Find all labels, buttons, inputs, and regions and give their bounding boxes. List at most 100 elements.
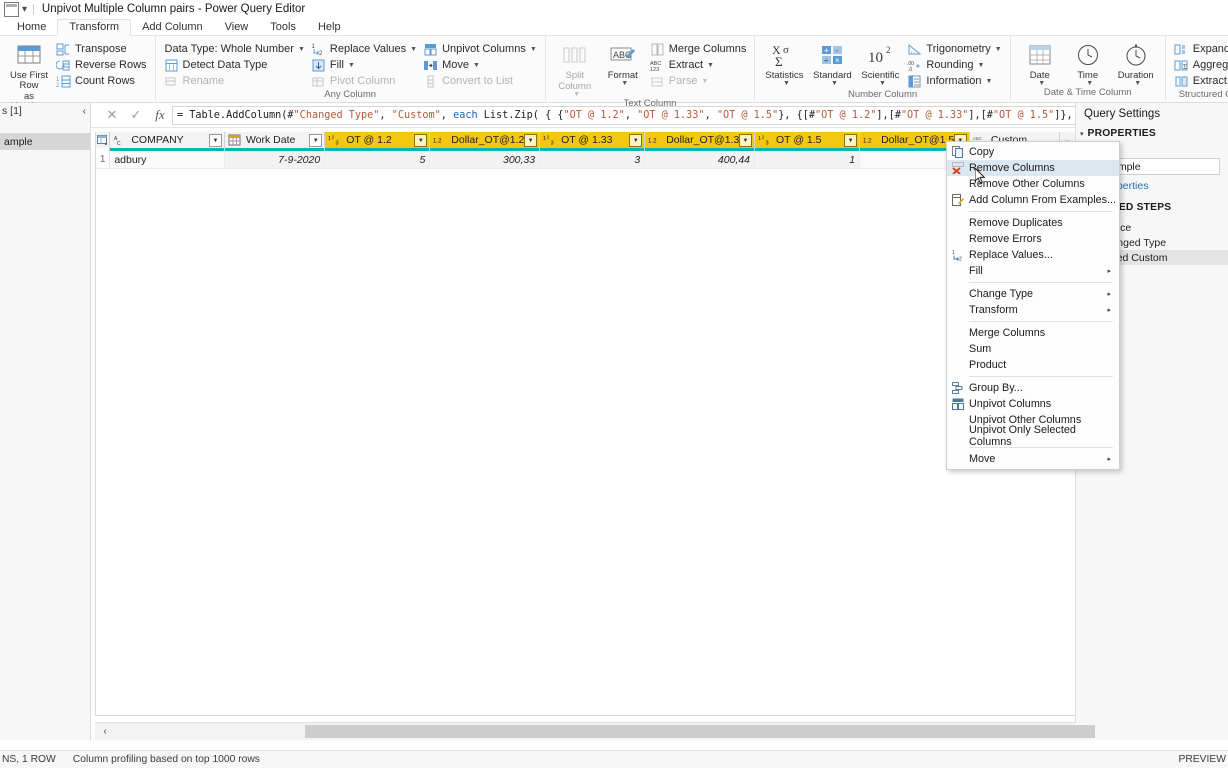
data-type-dropdown[interactable]: Data Type: Whole Number ▼ [161, 41, 308, 57]
date-button[interactable]: Date ▼ [1016, 38, 1064, 87]
standard-button[interactable]: + - ÷ × Standard ▼ [808, 38, 856, 87]
extract-values-button[interactable]: Extract Values [1171, 73, 1228, 89]
use-first-row-label-1: Use First Row [10, 70, 48, 91]
context-menu-item-copy[interactable]: Copy [947, 144, 1119, 160]
formula-bar: ✕ ✓ fx = Table.AddColumn(#"Changed Type"… [0, 103, 1228, 128]
trigonometry-button[interactable]: Trigonometry ▼ [904, 41, 1004, 57]
column-filter-dropdown-icon[interactable]: ▼ [739, 134, 753, 147]
ribbon: Use First Row as Headers Transpose [0, 36, 1228, 123]
select-all-columns-button[interactable] [96, 132, 111, 148]
column-header-1[interactable]: Work Date ▼ [224, 132, 326, 148]
context-menu-item-label: Move [969, 453, 996, 465]
format-button[interactable]: ABC Format ▼ [599, 38, 647, 87]
scientific-button[interactable]: 10 2 Scientific ▼ [856, 38, 904, 87]
context-menu-item-transform[interactable]: Transform ▸ [947, 302, 1119, 318]
column-header-5[interactable]: 1.2 Dollar_OT@1.33 ▼ [645, 132, 756, 148]
column-filter-dropdown-icon[interactable]: ▼ [524, 134, 538, 147]
tab-home[interactable]: Home [6, 20, 57, 35]
transpose-button[interactable]: Transpose [53, 41, 150, 57]
pivot-column-button[interactable]: Pivot Column [308, 73, 420, 89]
aggregate-button[interactable]: Σ Aggregate [1171, 57, 1228, 73]
context-menu-item-remove-other-columns[interactable]: Remove Other Columns [947, 176, 1119, 192]
table-cell[interactable]: 5 [325, 151, 431, 168]
tab-help[interactable]: Help [307, 20, 352, 35]
context-menu-item-sum[interactable]: Sum [947, 341, 1119, 357]
context-menu-item-move[interactable]: Move ▸ [947, 451, 1119, 467]
count-rows-button[interactable]: 1 2 Count Rows [53, 73, 150, 89]
statistics-button[interactable]: X σ Σ Statistics ▼ [760, 38, 808, 87]
properties-section-header[interactable]: ▾ PROPERTIES [1076, 126, 1228, 141]
column-header-2[interactable]: 1 2 3 OT @ 1.2 ▼ [325, 132, 431, 148]
move-button[interactable]: Move ▼ [420, 57, 540, 73]
scrollbar-track[interactable] [115, 725, 1095, 738]
context-menu-item-merge-columns[interactable]: Merge Columns [947, 325, 1119, 341]
reverse-rows-button[interactable]: Reverse Rows [53, 57, 150, 73]
context-menu-item-replace-values[interactable]: 1 2 Replace Values... [947, 247, 1119, 263]
column-header-6[interactable]: 1 2 3 OT @ 1.5 ▼ [755, 132, 861, 148]
extract-button[interactable]: ABC 123 Extract ▼ [647, 57, 750, 73]
transpose-label: Transpose [75, 43, 127, 55]
column-header-4[interactable]: 1 2 3 OT @ 1.33 ▼ [540, 132, 646, 148]
context-menu-item-remove-errors[interactable]: Remove Errors [947, 231, 1119, 247]
fill-button[interactable]: Fill ▼ [308, 57, 420, 73]
replace-values-button[interactable]: 1 2 Replace Values ▼ [308, 41, 420, 57]
table-cell[interactable]: 3 [540, 151, 646, 168]
context-menu-item-remove-columns[interactable]: Remove Columns [947, 160, 1119, 176]
convert-to-list-button[interactable]: Convert to List [420, 73, 540, 89]
context-menu-item-product[interactable]: Product [947, 357, 1119, 373]
svg-text:1.2: 1.2 [863, 138, 872, 145]
tab-view[interactable]: View [214, 20, 260, 35]
table-cell[interactable]: 7-9-2020 [224, 151, 326, 168]
merge-columns-button[interactable]: Merge Columns [647, 41, 750, 57]
information-button[interactable]: Information ▼ [904, 73, 1004, 89]
menu-icon-placeholder [947, 428, 969, 444]
split-column-button[interactable]: Split Column ▼ [551, 38, 599, 98]
column-filter-dropdown-icon[interactable]: ▼ [309, 134, 323, 147]
horizontal-scrollbar[interactable]: ‹ › [95, 722, 1095, 740]
collapse-queries-pane-icon[interactable]: ‹ [83, 106, 86, 117]
fill-icon [311, 58, 326, 73]
column-filter-dropdown-icon[interactable]: ▼ [629, 134, 643, 147]
detect-data-type-button[interactable]: Detect Data Type [161, 57, 308, 73]
query-list-item[interactable]: ample [0, 133, 90, 150]
scrollbar-thumb[interactable] [305, 725, 1095, 738]
context-menu-item-add-column-from-examples[interactable]: Add Column From Examples... [947, 192, 1119, 208]
unpivot-columns-button[interactable]: Unpivot Columns ▼ [420, 41, 540, 57]
tab-add-column[interactable]: Add Column [131, 20, 214, 35]
use-first-row-as-headers-button[interactable]: Use First Row as Headers [5, 38, 53, 112]
rounding-button[interactable]: .00 .0 Rounding ▼ [904, 57, 1004, 73]
tab-transform[interactable]: Transform [57, 19, 132, 36]
table-cell[interactable]: 400,44 [645, 151, 756, 168]
parse-button[interactable]: Parse ▼ [647, 73, 750, 89]
column-header-3[interactable]: 1.2 Dollar_OT@1.2 ▼ [430, 132, 541, 148]
table-cell[interactable]: 1 [755, 151, 861, 168]
menu-icon-placeholder [947, 231, 969, 247]
table-cell[interactable]: 300,33 [430, 151, 541, 168]
aggregate-icon: Σ [1174, 58, 1189, 73]
context-menu-item-fill[interactable]: Fill ▸ [947, 263, 1119, 279]
title-bar: ▾ | Unpivot Multiple Column pairs - Powe… [0, 0, 1228, 18]
table-cell[interactable]: adbury [110, 151, 225, 168]
context-menu-item-group-by[interactable]: Group By... [947, 380, 1119, 396]
rename-button[interactable]: Rename [161, 73, 308, 89]
context-menu-item-unpivot-only-selected-columns[interactable]: Unpivot Only Selected Columns [947, 424, 1119, 448]
scroll-left-button[interactable]: ‹ [95, 726, 115, 737]
column-filter-dropdown-icon[interactable]: ▼ [414, 134, 428, 147]
column-filter-dropdown-icon[interactable]: ▼ [208, 134, 222, 147]
table-row[interactable]: 1 adbury 7-9-2020 5 300,33 3 400,44 1 [96, 151, 1075, 169]
context-menu-item-unpivot-columns[interactable]: Unpivot Columns [947, 396, 1119, 412]
window-title: Unpivot Multiple Column pairs - Power Qu… [41, 3, 306, 15]
svg-text:1.2: 1.2 [433, 138, 442, 145]
tab-tools[interactable]: Tools [259, 20, 307, 35]
context-menu-item-remove-duplicates[interactable]: Remove Duplicates [947, 215, 1119, 231]
formula-fx-icon[interactable]: fx [148, 104, 172, 126]
time-button[interactable]: Time ▼ [1064, 38, 1112, 87]
column-header-0[interactable]: A C COMPANY ▼ [110, 132, 225, 148]
context-menu-item-change-type[interactable]: Change Type ▸ [947, 286, 1119, 302]
column-filter-dropdown-icon[interactable]: ▼ [844, 134, 858, 147]
quick-access-dropdown-icon[interactable]: ▾ [22, 4, 27, 15]
submenu-arrow-icon: ▸ [1107, 456, 1111, 463]
formula-input[interactable]: = Table.AddColumn(#"Changed Type", "Cust… [172, 105, 1208, 125]
duration-button[interactable]: Duration ▼ [1112, 38, 1160, 87]
expand-button[interactable]: Expand [1171, 41, 1228, 57]
